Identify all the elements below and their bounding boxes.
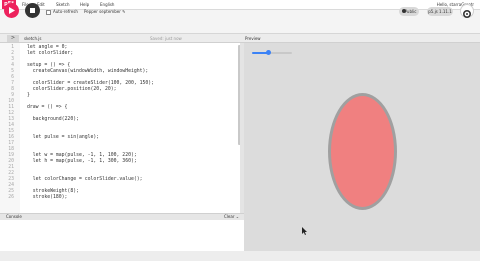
play-button[interactable] [4,3,19,18]
saved-status: Saved: just now [150,36,182,41]
tab-sketch-js[interactable]: sketch.js [24,35,42,42]
globe-icon [402,9,406,13]
console-output [0,220,244,251]
gear-icon [462,9,472,19]
auto-refresh-label: Auto-refresh [53,9,78,14]
code-line[interactable]: let h = map(pulse, -1, 1, 300, 360); [27,159,137,165]
version-selector[interactable]: p5.js 1.11.1 [427,7,453,16]
mouse-cursor-icon [302,227,307,235]
collapse-sidebar-button[interactable]: > [7,35,19,42]
auto-refresh-checkbox[interactable] [46,10,51,15]
code-line[interactable]: } [27,93,30,99]
code-line[interactable]: draw = () => { [27,105,67,111]
tab-row [0,34,480,43]
pulsing-ellipse [328,93,397,210]
code-line[interactable]: let colorSlider; [27,51,73,57]
code-line[interactable]: colorSlider.position(20, 20); [27,87,117,93]
code-line[interactable]: stroke(180); [27,195,68,201]
settings-button[interactable] [460,4,474,19]
stop-icon [30,8,35,13]
color-slider-thumb[interactable] [265,50,271,55]
code-line[interactable]: createCanvas(windowWidth, windowHeight); [27,69,149,75]
line-number: 26 [8,195,14,200]
sketch-name[interactable]: Pepper september ✎ [84,7,125,17]
code-line[interactable]: background(220); [27,117,79,123]
p5-editor-window: p5* File Edit Sketch Help English Hello,… [0,0,480,261]
play-icon [9,7,15,14]
console-header [0,213,244,220]
preview-label: Preview [245,36,261,41]
code-line[interactable]: let pulse = sin(angle); [27,135,99,141]
code-content[interactable]: 1 let angle = 0; 2 let colorSlider; 3 4 setup … [0,45,240,213]
stop-button[interactable] [25,3,40,18]
code-line[interactable]: let colorChange = colorSlider.value(); [27,177,143,183]
